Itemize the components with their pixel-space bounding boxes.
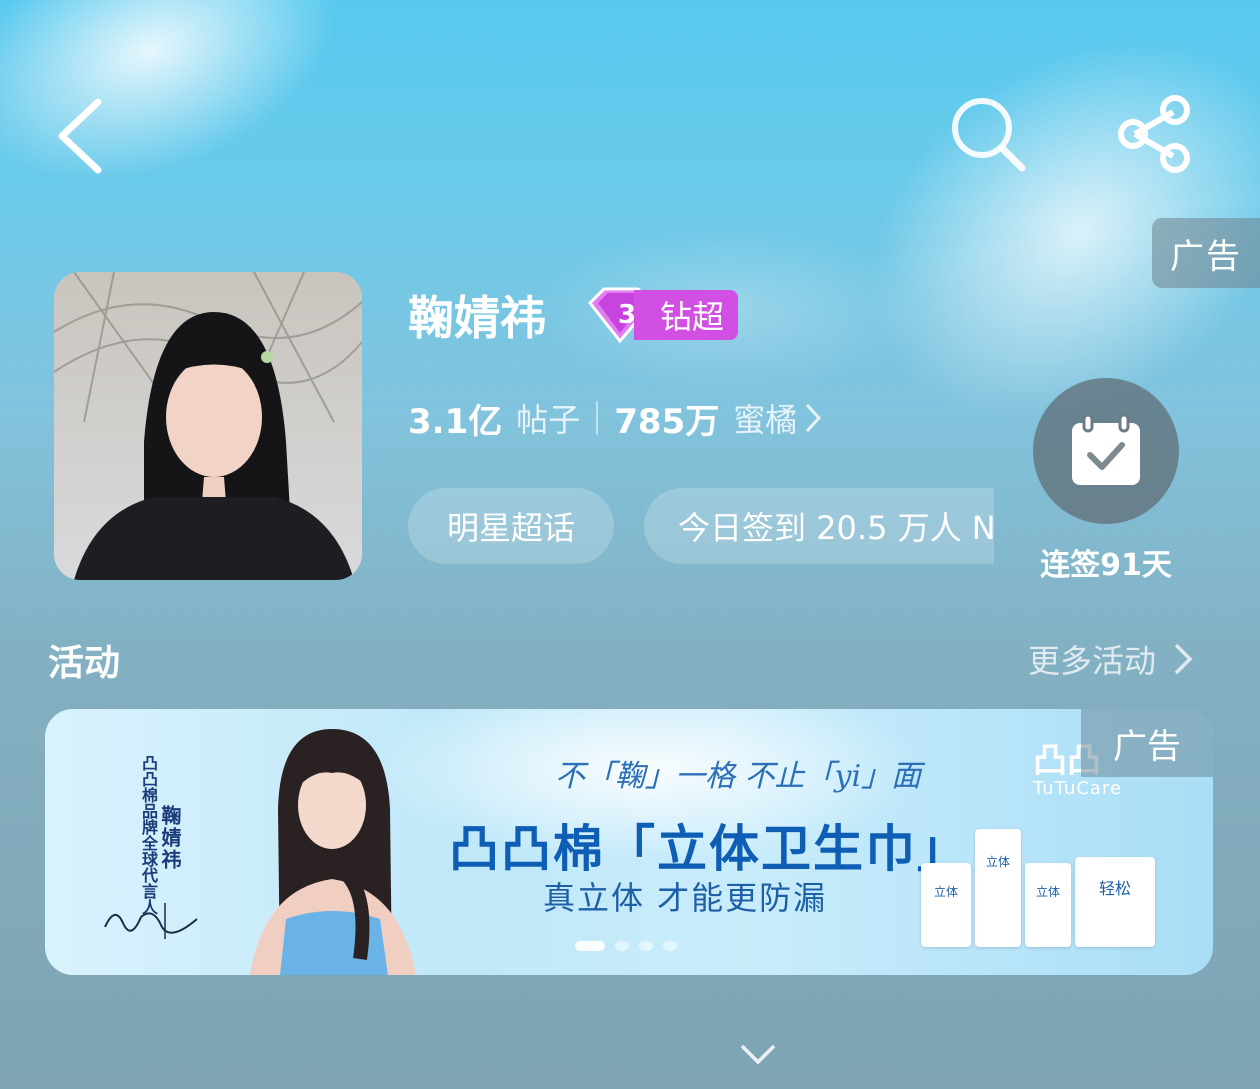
fans-label[interactable]: 蜜橘 bbox=[733, 395, 797, 441]
more-activities-label: 更多活动 bbox=[1028, 642, 1157, 680]
ad-tag[interactable]: 广告 bbox=[1152, 218, 1260, 288]
banner-ad-tag[interactable]: 广告 bbox=[1081, 709, 1213, 777]
banner-side-name: 鞠婧祎 bbox=[158, 805, 182, 871]
calendar-check-icon bbox=[1072, 413, 1140, 485]
checkin-button[interactable] bbox=[1033, 378, 1179, 524]
share-button[interactable] bbox=[1110, 92, 1200, 176]
level-label: 钻超 bbox=[634, 290, 739, 340]
level-badge[interactable]: 3 钻超 bbox=[580, 286, 739, 344]
checkin-streak: 连签91天 bbox=[1040, 548, 1172, 583]
product-pack: 轻松 bbox=[1075, 857, 1155, 947]
banner-subline: 真立体 才能更防漏 bbox=[543, 879, 828, 917]
more-activities-link[interactable]: 更多活动 bbox=[1028, 636, 1198, 682]
avatar[interactable] bbox=[54, 272, 362, 580]
divider bbox=[596, 401, 599, 435]
back-button[interactable] bbox=[40, 88, 120, 184]
spokesperson-image bbox=[250, 729, 416, 975]
product-pack: 立体 bbox=[921, 863, 971, 947]
chevron-down-icon[interactable] bbox=[736, 1036, 780, 1072]
posts-count: 3.1亿 bbox=[408, 401, 503, 442]
search-icon bbox=[952, 98, 1026, 172]
topic-name: 鞠婧祎 bbox=[408, 291, 546, 345]
product-label: 立体 bbox=[985, 855, 1010, 869]
share-icon bbox=[1118, 95, 1190, 173]
checkin-count-pill[interactable]: 今日签到 20.5 万人 N bbox=[644, 488, 994, 564]
chevron-right-icon[interactable] bbox=[803, 401, 823, 435]
banner-headline: 凸凸棉「立体卫生巾」 bbox=[449, 820, 969, 878]
carousel-dots[interactable] bbox=[575, 941, 677, 951]
activity-banner[interactable]: 凸凸棉品牌全球代言人 鞠婧祎 不「鞠」一格 不止「yi」面 凸凸棉「立体卫生巾」… bbox=[45, 709, 1213, 975]
activity-title: 活动 bbox=[48, 643, 121, 684]
chevron-left-icon bbox=[58, 98, 102, 174]
search-button[interactable] bbox=[944, 90, 1032, 178]
brand-name: TuTuCare bbox=[1033, 778, 1123, 799]
product-pack: 立体 bbox=[975, 829, 1021, 947]
stats-row: 3.1亿 帖子 785万 蜜橘 bbox=[408, 394, 823, 442]
carousel-dot[interactable] bbox=[575, 941, 605, 951]
banner-side-text: 凸凸棉品牌全球代言人 bbox=[139, 755, 158, 915]
product-label: 立体 bbox=[933, 885, 958, 899]
carousel-dot[interactable] bbox=[615, 941, 629, 951]
signature-image bbox=[104, 903, 198, 939]
carousel-dot[interactable] bbox=[639, 941, 653, 951]
posts-label: 帖子 bbox=[516, 401, 581, 439]
avatar-image bbox=[54, 272, 362, 580]
banner-slogan: 不「鞠」一格 不止「yi」面 bbox=[555, 759, 922, 794]
product-label: 轻松 bbox=[1098, 879, 1131, 898]
fans-count[interactable]: 785万 bbox=[614, 394, 719, 443]
product-pack: 立体 bbox=[1025, 863, 1071, 947]
chevron-right-icon bbox=[1174, 643, 1193, 675]
carousel-dot[interactable] bbox=[663, 941, 677, 951]
product-label: 立体 bbox=[1035, 885, 1060, 899]
category-pill[interactable]: 明星超话 bbox=[408, 488, 614, 564]
